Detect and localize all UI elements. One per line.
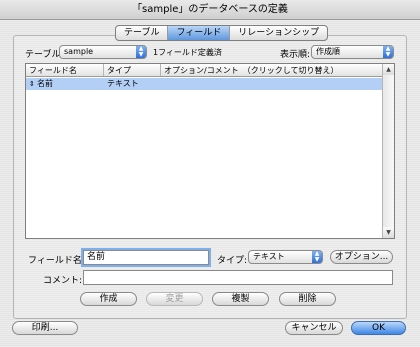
updown-arrow-icon: ▲ ▼ [383,46,393,58]
tab-tables[interactable]: テーブル [116,26,169,40]
field-name-cell: 名前 [37,79,53,88]
scroll-up-arrow-icon[interactable]: ▲ [383,64,394,75]
field-options-cell [161,78,382,90]
tab-relationships[interactable]: リレーションシップ [230,26,327,40]
sort-order-select[interactable]: 作成順 ▲ ▼ [311,45,394,59]
table-select-label: テーブル: [25,50,64,60]
table-row[interactable]: ⇕ 名前 テキスト [26,78,382,90]
delete-button[interactable]: 削除 [279,292,336,306]
field-row-handle-icon[interactable]: ⇕ [29,78,37,90]
print-button[interactable]: 印刷... [12,321,78,335]
field-type-cell: テキスト [107,79,139,88]
table-select-value: sample [64,47,94,56]
change-button[interactable]: 変更 [146,292,203,306]
type-select-label: タイプ: [217,256,248,266]
tab-bar: テーブル フィールド リレーションシップ [115,25,329,41]
scroll-down-arrow-icon[interactable]: ▼ [383,227,394,238]
create-button[interactable]: 作成 [80,292,137,306]
field-count-info: 1フィールド定義済 [153,48,222,57]
column-header-name[interactable]: フィールド名 [26,64,104,76]
fields-table: フィールド名 タイプ オプション/コメント （クリックして切り替え） ⇕ 名前 テ… [25,63,395,239]
field-type-select[interactable]: テキスト ▲ ▼ [248,250,323,264]
duplicate-button[interactable]: 複製 [212,292,269,306]
updown-arrow-icon: ▲ ▼ [312,251,322,263]
options-button[interactable]: オプション... [330,250,393,264]
field-name-label: フィールド名: [28,256,85,266]
window-title: 「sample」のデータベースの定義 [0,0,420,20]
updown-arrow-icon: ▲ ▼ [136,46,146,58]
ok-button[interactable]: OK [351,321,406,335]
field-name-input[interactable]: 名前 [83,250,209,265]
table-scrollbar[interactable]: ▲ ▼ [382,64,394,238]
tab-fields[interactable]: フィールド [168,26,231,40]
sort-select-label: 表示順: [280,50,311,60]
field-type-value: テキスト [253,252,285,261]
table-header: フィールド名 タイプ オプション/コメント （クリックして切り替え） [26,64,382,77]
comment-label: コメント: [43,276,83,286]
column-header-type[interactable]: タイプ [104,64,161,76]
comment-input[interactable] [83,270,393,285]
table-select[interactable]: sample ▲ ▼ [59,45,147,59]
sort-order-value: 作成順 [316,47,340,56]
cancel-button[interactable]: キャンセル [285,321,343,335]
column-header-options[interactable]: オプション/コメント （クリックして切り替え） [161,64,382,76]
